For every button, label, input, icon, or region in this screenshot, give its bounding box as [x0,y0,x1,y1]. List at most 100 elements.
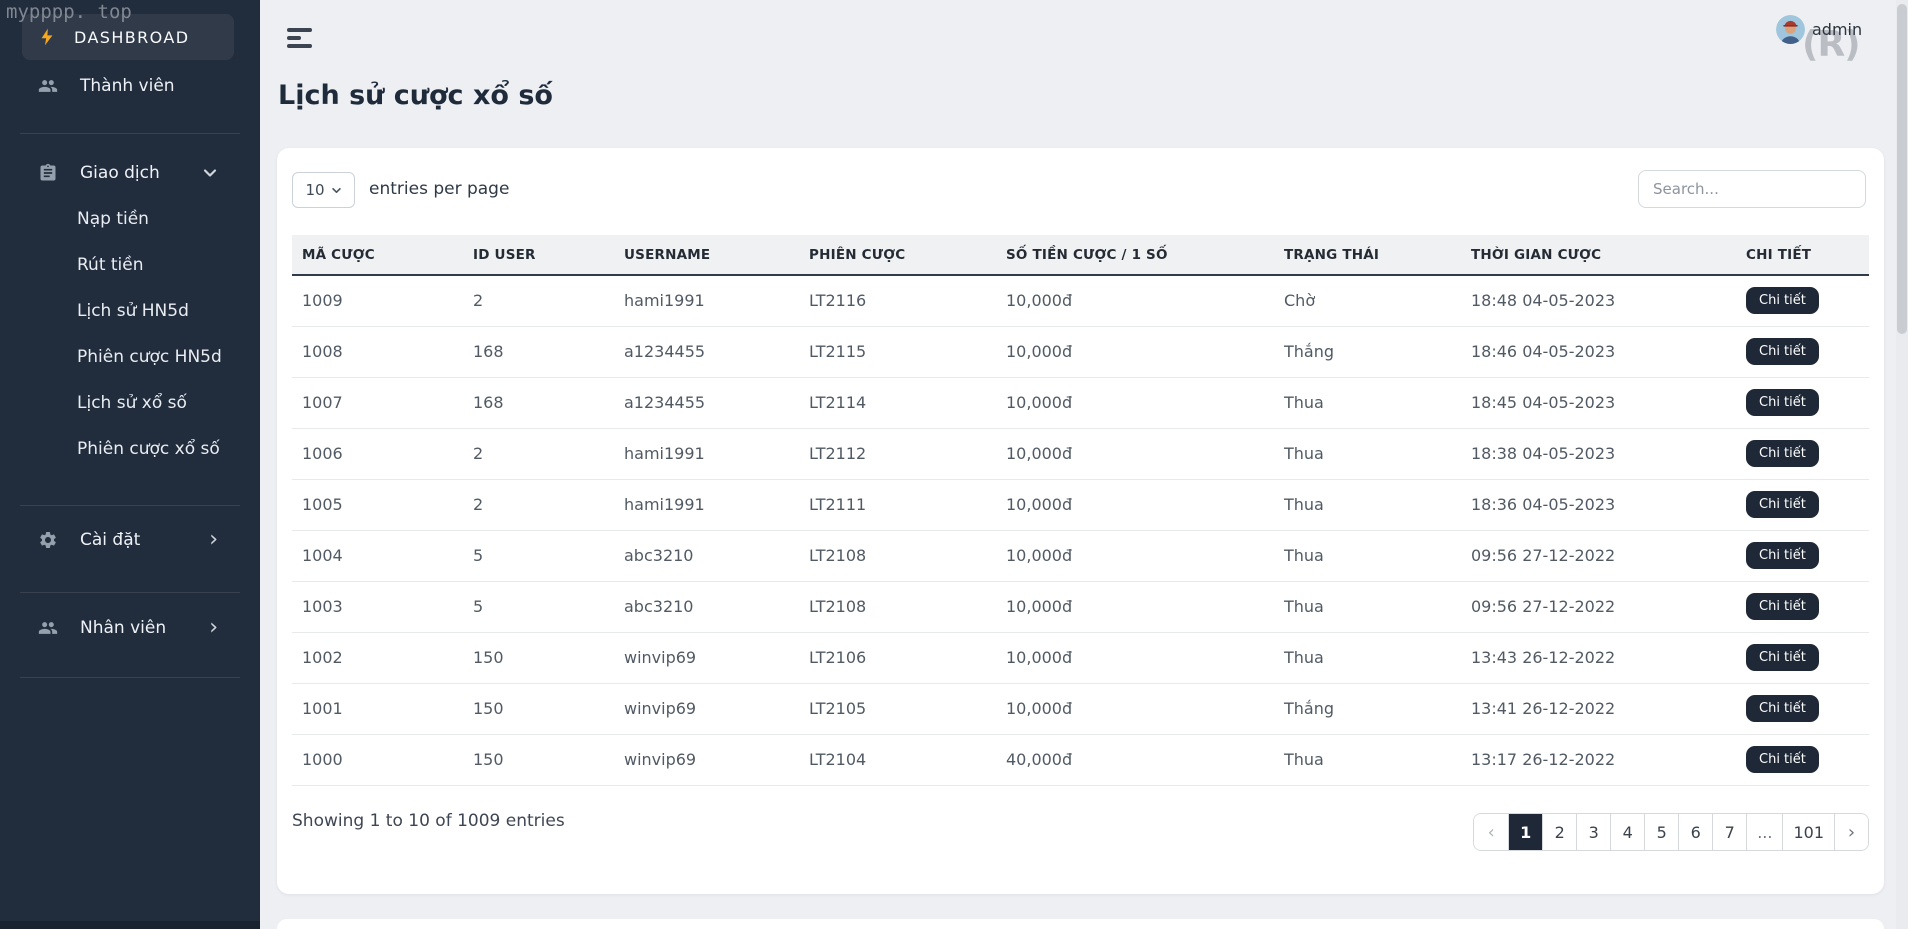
cell-amount: 40,000đ [996,734,1274,785]
cell-status: Thua [1274,581,1461,632]
cell-status: Thua [1274,530,1461,581]
cell-status: Chờ [1274,275,1461,326]
col-header-time: THỜI GIAN CƯỢC [1461,235,1736,275]
cell-session: LT2111 [799,479,996,530]
detail-button[interactable]: Chi tiết [1746,644,1819,671]
pagination-page-4[interactable]: 4 [1610,814,1644,850]
entries-summary: Showing 1 to 10 of 1009 entries [292,811,565,831]
cell-user_id: 5 [463,530,614,581]
chevron-down-icon [331,185,342,196]
cell-status: Thắng [1274,326,1461,377]
users-icon [38,618,58,638]
table-row: 10062hami1991LT211210,000đThua18:38 04-0… [292,428,1869,479]
cell-user_id: 168 [463,326,614,377]
cell-time: 18:36 04-05-2023 [1461,479,1736,530]
menu-icon[interactable] [287,28,313,48]
pagination: ‹1234567...101› [1473,813,1869,851]
page-size-select[interactable]: 10 [292,172,355,208]
table-row: 1001150winvip69LT210510,000đThắng13:41 2… [292,683,1869,734]
sidebar-group-staff[interactable]: Nhân viên › [0,605,260,651]
scrollbar-track [1896,0,1908,929]
detail-button[interactable]: Chi tiết [1746,338,1819,365]
cell-code: 1006 [292,428,463,479]
cell-amount: 10,000đ [996,377,1274,428]
cell-action: Chi tiết [1736,632,1869,683]
cell-action: Chi tiết [1736,734,1869,785]
user-menu[interactable]: admin [1776,15,1862,44]
detail-button[interactable]: Chi tiết [1746,440,1819,467]
col-header-amount: SỐ TIỀN CƯỢC / 1 SỐ [996,235,1274,275]
cell-username: hami1991 [614,479,799,530]
sidebar-group-label: Nhân viên [80,618,166,638]
detail-button[interactable]: Chi tiết [1746,542,1819,569]
pagination-prev[interactable]: ‹ [1474,814,1508,850]
pagination-page-6[interactable]: 6 [1678,814,1712,850]
search-input[interactable] [1638,170,1866,208]
gear-icon [38,530,58,550]
detail-button[interactable]: Chi tiết [1746,389,1819,416]
clipboard-icon [38,163,58,183]
table-body: 10092hami1991LT211610,000đChờ18:48 04-05… [292,275,1869,785]
cell-amount: 10,000đ [996,581,1274,632]
sidebar-subitem[interactable]: Phiên cược HN5d [0,334,260,380]
sidebar-subitem[interactable]: Nạp tiền [0,196,260,242]
cell-username: hami1991 [614,275,799,326]
cell-code: 1005 [292,479,463,530]
detail-button[interactable]: Chi tiết [1746,287,1819,314]
sidebar-subitem[interactable]: Phiên cược xổ số [0,426,260,472]
cell-username: abc3210 [614,530,799,581]
cell-user_id: 168 [463,377,614,428]
sidebar-subitem[interactable]: Rút tiền [0,242,260,288]
table-header-row: MÃ CƯỢC ID USER USERNAME PHIÊN CƯỢC SỐ T… [292,235,1869,275]
sidebar-subitem[interactable]: Lịch sử xổ số [0,380,260,426]
detail-button[interactable]: Chi tiết [1746,695,1819,722]
pagination-next[interactable]: › [1834,814,1868,850]
cell-action: Chi tiết [1736,275,1869,326]
col-header-status: TRẠNG THÁI [1274,235,1461,275]
cell-user_id: 150 [463,734,614,785]
pagination-page-101[interactable]: 101 [1782,814,1834,850]
sidebar-group-settings[interactable]: Cài đặt › [0,517,260,563]
cell-status: Thua [1274,377,1461,428]
pagination-page-3[interactable]: 3 [1576,814,1610,850]
pagination-page-2[interactable]: 2 [1542,814,1576,850]
sidebar-item-members[interactable]: Thành viên [0,63,260,109]
pagination-page-7[interactable]: 7 [1712,814,1746,850]
cell-status: Thua [1274,734,1461,785]
sidebar-item-label: Thành viên [80,76,175,96]
sidebar-group-transactions[interactable]: Giao dịch [0,150,260,196]
cell-status: Thua [1274,632,1461,683]
col-header-code: MÃ CƯỢC [292,235,463,275]
cell-username: hami1991 [614,428,799,479]
scrollbar-thumb[interactable] [1897,4,1907,334]
cell-amount: 10,000đ [996,683,1274,734]
user-name: admin [1812,20,1862,39]
detail-button[interactable]: Chi tiết [1746,746,1819,773]
bets-table: MÃ CƯỢC ID USER USERNAME PHIÊN CƯỢC SỐ T… [292,235,1869,786]
cell-time: 18:45 04-05-2023 [1461,377,1736,428]
cell-code: 1004 [292,530,463,581]
cell-action: Chi tiết [1736,683,1869,734]
col-header-user-id: ID USER [463,235,614,275]
detail-button[interactable]: Chi tiết [1746,593,1819,620]
cell-amount: 10,000đ [996,632,1274,683]
cell-code: 1003 [292,581,463,632]
cell-time: 18:48 04-05-2023 [1461,275,1736,326]
sidebar-subitem[interactable]: Lịch sử HN5d [0,288,260,334]
site-watermark: mypppp. top [6,1,132,23]
detail-button[interactable]: Chi tiết [1746,491,1819,518]
table-row: 1000150winvip69LT210440,000đThua13:17 26… [292,734,1869,785]
next-card-edge [277,919,1884,929]
pagination-page-5[interactable]: 5 [1644,814,1678,850]
cell-user_id: 2 [463,275,614,326]
users-icon [38,76,58,96]
cell-user_id: 150 [463,683,614,734]
cell-action: Chi tiết [1736,479,1869,530]
cell-user_id: 5 [463,581,614,632]
pagination-page-1[interactable]: 1 [1508,814,1542,850]
cell-username: a1234455 [614,326,799,377]
cell-time: 09:56 27-12-2022 [1461,530,1736,581]
cell-username: winvip69 [614,734,799,785]
cell-code: 1008 [292,326,463,377]
cell-time: 13:41 26-12-2022 [1461,683,1736,734]
